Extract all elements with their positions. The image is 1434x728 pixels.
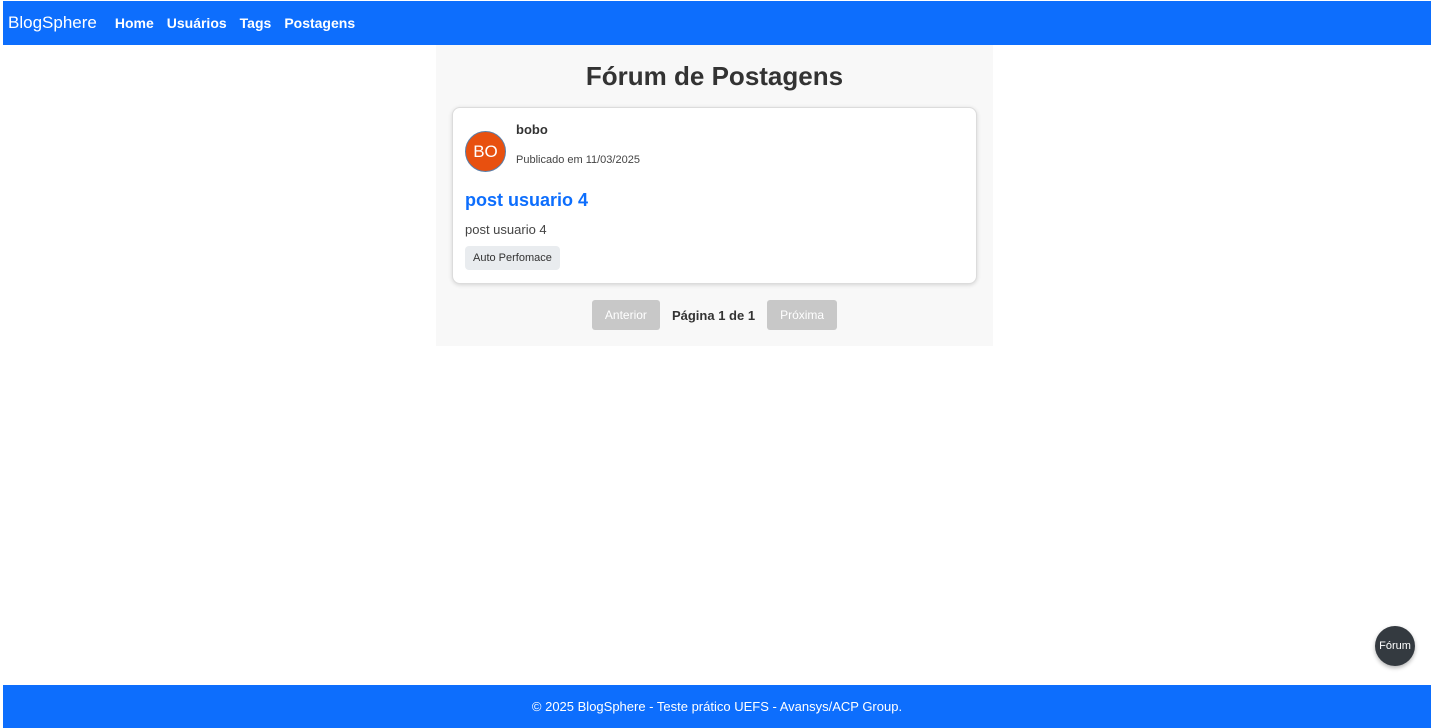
forum-container: Fórum de Postagens BO bobo Publicado em … [436, 45, 993, 346]
post-card: BO bobo Publicado em 11/03/2025 post usu… [452, 107, 977, 284]
previous-page-button[interactable]: Anterior [591, 300, 660, 330]
nav-link-postagens[interactable]: Postagens [284, 15, 355, 31]
post-author: bobo [516, 122, 548, 137]
post-title-link[interactable]: post usuario 4 [465, 190, 588, 211]
navbar: BlogSphere Home Usuários Tags Postagens [3, 1, 1431, 45]
post-body: post usuario 4 [465, 222, 547, 237]
total-pages: 1 [747, 307, 756, 323]
footer-text: © 2025 BlogSphere - Teste prático UEFS -… [531, 699, 903, 714]
forum-fab-button[interactable]: Fórum [1375, 626, 1415, 666]
page-indicator: Página 1 de 1 [672, 308, 755, 323]
nav-link-tags[interactable]: Tags [240, 15, 272, 31]
page-label: Página [671, 307, 715, 323]
brand-logo[interactable]: BlogSphere [8, 13, 97, 33]
nav-link-usuarios[interactable]: Usuários [167, 15, 227, 31]
current-page: 1 [718, 307, 726, 323]
avatar: BO [465, 131, 506, 172]
of-label: de [729, 307, 745, 323]
next-page-button[interactable]: Próxima [767, 300, 838, 330]
post-date: Publicado em 11/03/2025 [516, 154, 640, 166]
nav-link-home[interactable]: Home [115, 15, 154, 31]
footer: © 2025 BlogSphere - Teste prático UEFS -… [3, 685, 1431, 728]
tag-badge[interactable]: Auto Perfomace [465, 246, 560, 270]
page-title: Fórum de Postagens [585, 61, 844, 91]
pagination: Anterior Página 1 de 1 Próxima [436, 300, 993, 330]
